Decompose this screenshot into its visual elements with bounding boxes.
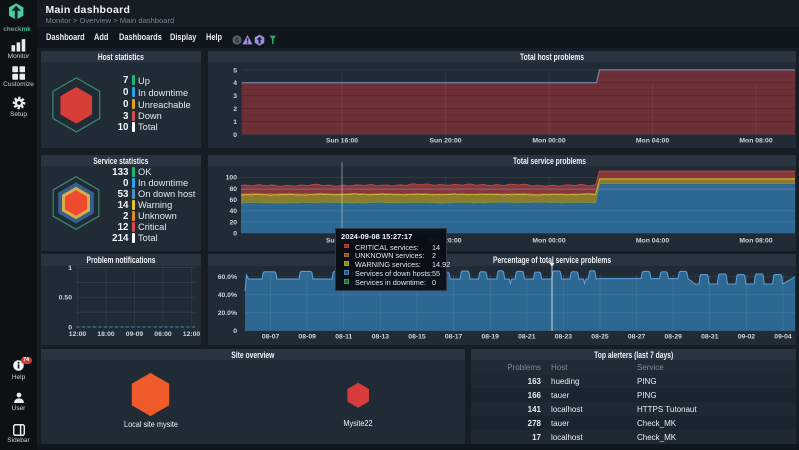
svg-text:Mon 08:00: Mon 08:00	[739, 237, 772, 244]
svg-text:08-25: 08-25	[591, 334, 609, 341]
svg-text:100: 100	[226, 174, 238, 181]
svg-text:08-23: 08-23	[555, 334, 573, 341]
svg-text:Mon 08:00: Mon 08:00	[739, 137, 772, 144]
svg-text:Mon 00:00: Mon 00:00	[532, 137, 565, 144]
svg-text:08-11: 08-11	[335, 334, 352, 341]
svg-text:Mon 04:00: Mon 04:00	[636, 137, 669, 144]
svg-text:0: 0	[233, 131, 237, 138]
svg-text:Mon 04:00: Mon 04:00	[636, 237, 669, 244]
svg-text:checkmk: checkmk	[3, 26, 31, 33]
svg-text:Sun 20:00: Sun 20:00	[429, 137, 461, 144]
svg-text:40.0%: 40.0%	[218, 292, 237, 299]
svg-text:60.0%: 60.0%	[218, 274, 237, 281]
svg-text:08-27: 08-27	[628, 334, 646, 341]
svg-text:06:00: 06:00	[154, 331, 172, 338]
svg-text:40: 40	[229, 208, 237, 215]
svg-text:3: 3	[233, 93, 237, 100]
svg-text:Sun 16:00: Sun 16:00	[326, 137, 358, 144]
svg-text:20: 20	[229, 219, 237, 226]
svg-text:08-13: 08-13	[372, 334, 390, 341]
svg-text:08-29: 08-29	[665, 334, 683, 341]
svg-text:0: 0	[233, 230, 237, 237]
svg-text:80: 80	[229, 185, 237, 192]
svg-text:08-15: 08-15	[408, 334, 426, 341]
svg-text:60: 60	[229, 197, 237, 204]
svg-text:09-09: 09-09	[125, 331, 143, 338]
svg-text:12:00: 12:00	[68, 331, 86, 338]
svg-text:08-09: 08-09	[299, 334, 317, 341]
svg-text:4: 4	[233, 80, 237, 87]
svg-text:Mon 00:00: Mon 00:00	[532, 237, 565, 244]
svg-text:1: 1	[68, 265, 72, 272]
svg-text:08-31: 08-31	[701, 334, 719, 341]
svg-text:08-17: 08-17	[445, 334, 463, 341]
svg-text:08-21: 08-21	[518, 334, 536, 341]
svg-text:5: 5	[233, 67, 237, 74]
svg-text:2: 2	[233, 106, 237, 113]
svg-text:0: 0	[233, 328, 237, 335]
svg-text:08-19: 08-19	[482, 334, 500, 341]
svg-text:1: 1	[233, 118, 237, 125]
svg-text:0.50: 0.50	[58, 295, 71, 302]
svg-text:12:00: 12:00	[182, 331, 200, 338]
svg-text:08-07: 08-07	[262, 334, 280, 341]
svg-text:09-02: 09-02	[738, 334, 756, 341]
svg-text:18:00: 18:00	[97, 331, 115, 338]
svg-text:20.0%: 20.0%	[218, 310, 237, 317]
svg-text:09-04: 09-04	[774, 334, 792, 341]
